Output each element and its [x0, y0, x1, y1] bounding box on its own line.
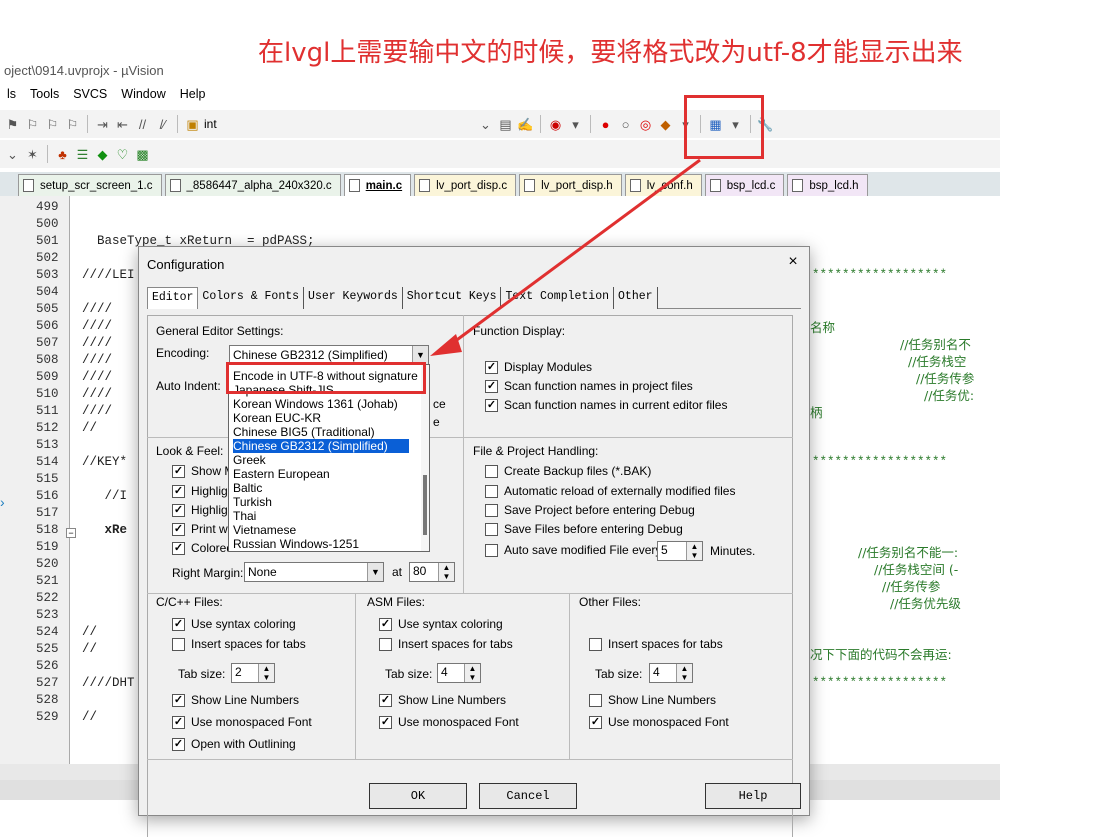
annotation-arrow — [430, 158, 701, 356]
